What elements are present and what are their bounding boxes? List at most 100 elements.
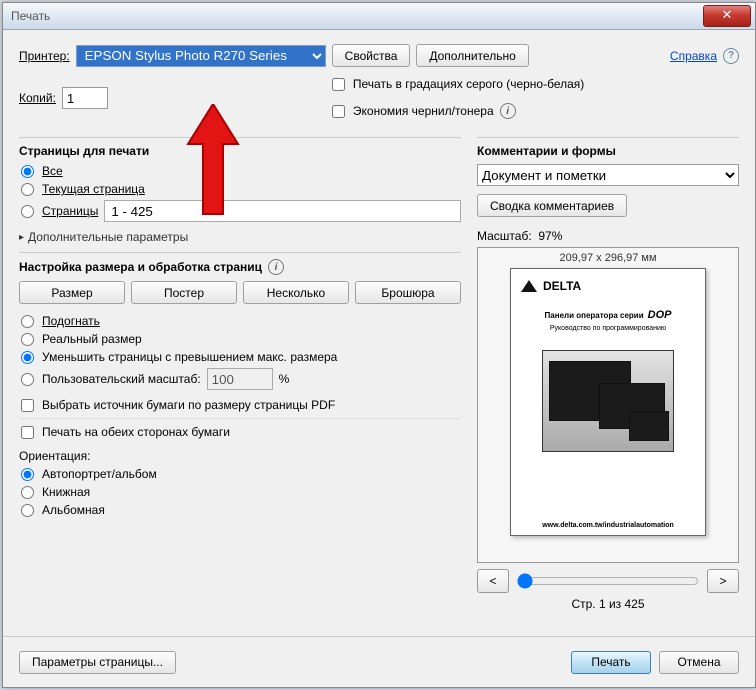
orientation-panel: Ориентация: Автопортрет/альбом Книжная А… [19,449,461,517]
orient-portrait-radio[interactable] [21,486,34,499]
left-column: Страницы для печати Все Текущая страница… [19,129,461,611]
preview-panel: Масштаб: 97% 209,97 x 296,97 мм DELTA Па… [477,229,739,611]
percent-label: % [279,372,290,386]
orient-auto-radio[interactable] [21,468,34,481]
preview-nav: < > [477,569,739,593]
duplex-checkbox[interactable] [21,426,34,439]
source-by-pdf-row: Выбрать источник бумаги по размеру стран… [19,398,461,412]
multiple-button[interactable]: Несколько [243,281,349,304]
orient-portrait-row: Книжная [19,485,461,499]
printer-select[interactable]: EPSON Stylus Photo R270 Series [76,45,326,67]
main-columns: Страницы для печати Все Текущая страница… [19,129,739,611]
scale-label: Масштаб: [477,229,532,243]
preview-box: 209,97 x 296,97 мм DELTA Панели оператор… [477,247,739,563]
next-page-button[interactable]: > [707,569,739,593]
booklet-button[interactable]: Брошюра [355,281,461,304]
pages-current-label: Текущая страница [42,182,145,196]
pages-more-toggle[interactable]: Дополнительные параметры [19,230,188,244]
comments-select[interactable]: Документ и пометки [477,164,739,186]
doc-logo: DELTA [521,279,581,293]
ink-save-label: Экономия чернил/тонера [353,104,494,118]
pages-range-radio[interactable] [21,205,34,218]
poster-button[interactable]: Постер [131,281,237,304]
pages-title: Страницы для печати [19,144,461,158]
orient-portrait-label: Книжная [42,485,90,499]
comments-title: Комментарии и формы [477,144,739,158]
copies-label: Копий: [19,91,56,105]
grayscale-checkbox-row: Печать в градациях серого (черно-белая) [330,77,584,91]
printer-label: Принтер: [19,49,70,63]
doc-subtitle: Руководство по программированию [550,325,666,332]
help-icon[interactable]: ? [723,48,739,64]
sizing-title: Настройка размера и обработка страниц i [19,259,461,275]
scale-value: 97% [538,229,562,243]
page-setup-button[interactable]: Параметры страницы... [19,651,176,674]
page-counter: Стр. 1 из 425 [477,597,739,611]
pages-current-row: Текущая страница [19,182,461,196]
info-icon[interactable]: i [268,259,284,275]
duplex-row: Печать на обеих сторонах бумаги [19,425,461,439]
print-dialog: Печать ✕ Принтер: EPSON Stylus Photo R27… [2,2,756,688]
close-button[interactable]: ✕ [703,5,751,27]
fit-label: Подогнать [42,314,100,328]
scale-row: Масштаб: 97% [477,229,739,243]
pages-range-row: Страницы [19,200,461,222]
copies-input[interactable] [62,87,108,109]
shrink-label: Уменьшить страницы с превышением макс. р… [42,350,337,364]
page-preview: DELTA Панели оператора серии DOP Руковод… [510,268,706,536]
custom-scale-input[interactable] [207,368,273,390]
window-title: Печать [11,9,703,23]
custom-radio[interactable] [21,373,34,386]
fit-row: Подогнать [19,314,461,328]
orientation-title: Ориентация: [19,449,461,463]
ink-save-checkbox[interactable] [332,105,345,118]
custom-row: Пользовательский масштаб: % [19,368,461,390]
advanced-button[interactable]: Дополнительно [416,44,528,67]
sizing-panel: Настройка размера и обработка страниц i … [19,252,461,439]
orient-auto-label: Автопортрет/альбом [42,467,157,481]
actual-radio[interactable] [21,333,34,346]
comments-summary-button[interactable]: Сводка комментариев [477,194,627,217]
grayscale-checkbox[interactable] [332,78,345,91]
comments-panel: Комментарии и формы Документ и пометки С… [477,137,739,217]
pages-range-input[interactable] [104,200,461,222]
orient-landscape-label: Альбомная [42,503,105,517]
properties-button[interactable]: Свойства [332,44,411,67]
source-by-pdf-label: Выбрать источник бумаги по размеру стран… [42,398,335,412]
fit-radio[interactable] [21,315,34,328]
ink-save-checkbox-row: Экономия чернил/тонера i [330,103,584,119]
help-link[interactable]: Справка [670,49,717,63]
actual-label: Реальный размер [42,332,142,346]
pages-all-radio[interactable] [21,165,34,178]
doc-url: www.delta.com.tw/industrialautomation [542,522,674,529]
pages-all-label: Все [42,164,63,178]
print-button[interactable]: Печать [571,651,651,674]
orient-landscape-row: Альбомная [19,503,461,517]
size-button[interactable]: Размер [19,281,125,304]
source-by-pdf-checkbox[interactable] [21,399,34,412]
page-slider[interactable] [517,573,699,589]
cancel-button[interactable]: Отмена [659,651,739,674]
triangle-icon [521,280,537,292]
prev-page-button[interactable]: < [477,569,509,593]
paper-dims: 209,97 x 296,97 мм [559,252,656,264]
info-icon[interactable]: i [500,103,516,119]
right-column: Комментарии и формы Документ и пометки С… [477,129,739,611]
orient-landscape-radio[interactable] [21,504,34,517]
shrink-radio[interactable] [21,351,34,364]
duplex-label: Печать на обеих сторонах бумаги [42,425,230,439]
footer: Параметры страницы... Печать Отмена [3,636,755,687]
orient-auto-row: Автопортрет/альбом [19,467,461,481]
titlebar: Печать ✕ [3,3,755,30]
dialog-body: Принтер: EPSON Stylus Photo R270 Series … [3,30,755,624]
doc-title: Панели оператора серии DOP [545,309,672,321]
grayscale-label: Печать в градациях серого (черно-белая) [353,77,584,91]
device-image [542,350,674,452]
pages-current-radio[interactable] [21,183,34,196]
sizing-button-group: Размер Постер Несколько Брошюра [19,281,461,304]
custom-label: Пользовательский масштаб: [42,372,201,386]
pages-range-label: Страницы [42,204,98,218]
pages-all-row: Все [19,164,461,178]
actual-row: Реальный размер [19,332,461,346]
pages-panel: Страницы для печати Все Текущая страница… [19,137,461,244]
